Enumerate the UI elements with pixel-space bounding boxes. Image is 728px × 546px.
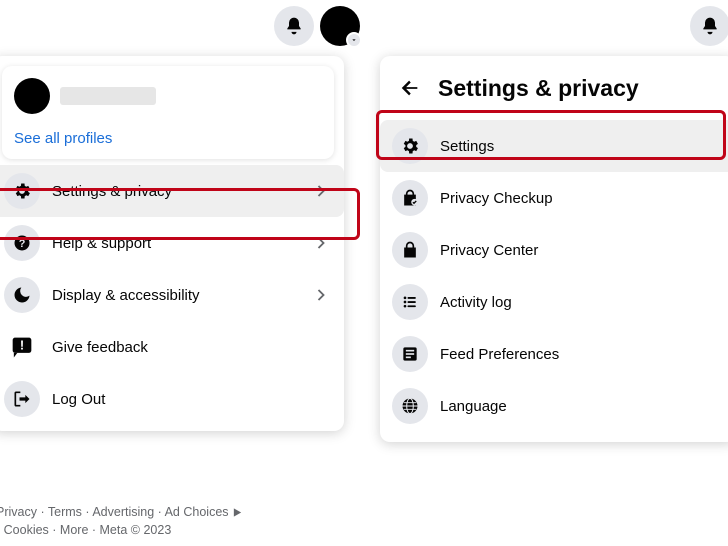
header-icons	[690, 6, 728, 46]
notifications-icon[interactable]	[690, 6, 728, 46]
svg-text:!: !	[20, 337, 24, 352]
menu-label: Privacy Center	[440, 242, 724, 259]
menu-help-support[interactable]: ? Help & support	[0, 217, 344, 269]
footer-cookies[interactable]: Cookies	[4, 523, 49, 537]
menu-privacy-center[interactable]: Privacy Center	[380, 224, 728, 276]
panel-header: Settings & privacy	[380, 70, 728, 114]
see-all-profiles-link[interactable]: See all profiles	[10, 126, 326, 149]
chevron-right-icon	[310, 181, 332, 201]
lock-check-icon	[392, 180, 428, 216]
list-icon	[392, 284, 428, 320]
right-panel: Settings & privacy Settings Privacy Chec…	[370, 0, 728, 546]
header-icons	[274, 6, 360, 46]
menu-settings[interactable]: Settings	[380, 120, 728, 172]
footer-terms[interactable]: Terms	[48, 505, 82, 519]
footer-meta: Meta © 2023	[100, 523, 172, 537]
page-title: Settings & privacy	[438, 75, 639, 102]
menu-display-accessibility[interactable]: Display & accessibility	[0, 269, 344, 321]
settings-privacy-card: Settings & privacy Settings Privacy Chec…	[380, 56, 728, 442]
menu-label: Language	[440, 398, 724, 415]
chevron-right-icon	[310, 233, 332, 253]
menu-feed-preferences[interactable]: Feed Preferences	[380, 328, 728, 380]
moon-icon	[4, 277, 40, 313]
menu-activity-log[interactable]: Activity log	[380, 276, 728, 328]
profile-avatar-header[interactable]	[320, 6, 360, 46]
logout-icon	[4, 381, 40, 417]
profile-card: See all profiles	[2, 66, 334, 159]
menu-label: Feed Preferences	[440, 346, 724, 363]
profile-row[interactable]	[10, 74, 326, 126]
help-icon: ?	[4, 225, 40, 261]
chevron-down-icon	[346, 32, 362, 48]
menu-label: Give feedback	[52, 339, 332, 356]
footer-links: Privacy · Terms · Advertising · Ad Choic…	[0, 503, 346, 541]
menu-label: Activity log	[440, 294, 724, 311]
arrow-left-icon	[399, 77, 421, 99]
menu-language[interactable]: Language	[380, 380, 728, 432]
footer-more[interactable]: More	[60, 523, 88, 537]
globe-icon	[392, 388, 428, 424]
feed-icon	[392, 336, 428, 372]
account-menu-card: See all profiles Settings & privacy ?	[0, 56, 344, 431]
menu-label: Help & support	[52, 235, 298, 252]
profile-avatar	[14, 78, 50, 114]
settings-menu-list: Settings Privacy Checkup Privacy Center	[380, 120, 728, 432]
chevron-right-icon	[310, 285, 332, 305]
back-button[interactable]	[396, 74, 424, 102]
left-panel: See all profiles Settings & privacy ?	[0, 0, 370, 546]
menu-label: Privacy Checkup	[440, 190, 724, 207]
footer-advertising[interactable]: Advertising	[92, 505, 154, 519]
menu-label: Settings & privacy	[52, 183, 298, 200]
gear-icon	[392, 128, 428, 164]
ad-choices-icon	[232, 507, 243, 518]
footer-privacy[interactable]: Privacy	[0, 505, 37, 519]
account-menu-list: Settings & privacy ? Help & support	[0, 165, 344, 425]
menu-label: Display & accessibility	[52, 287, 298, 304]
gear-icon	[4, 173, 40, 209]
menu-privacy-checkup[interactable]: Privacy Checkup	[380, 172, 728, 224]
notifications-icon[interactable]	[274, 6, 314, 46]
menu-give-feedback[interactable]: ! Give feedback	[0, 321, 344, 373]
menu-settings-privacy[interactable]: Settings & privacy	[0, 165, 344, 217]
menu-label: Settings	[440, 138, 724, 155]
svg-text:?: ?	[19, 238, 26, 250]
feedback-icon: !	[4, 329, 40, 365]
lock-icon	[392, 232, 428, 268]
profile-name-placeholder	[60, 87, 156, 105]
menu-label: Log Out	[52, 391, 332, 408]
menu-log-out[interactable]: Log Out	[0, 373, 344, 425]
footer-ad-choices[interactable]: Ad Choices	[165, 505, 229, 519]
